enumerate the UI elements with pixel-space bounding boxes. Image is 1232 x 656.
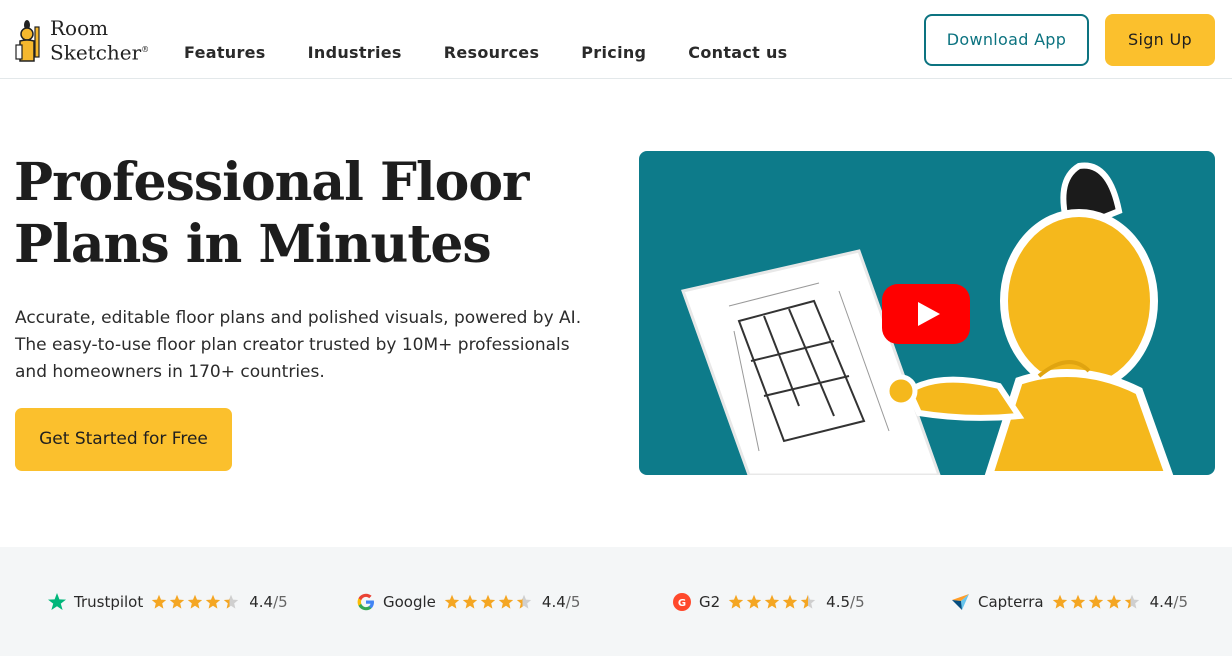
- nav-features[interactable]: Features: [184, 43, 266, 62]
- hero-sub-line1: Accurate, editable floor plans and polis…: [15, 308, 582, 328]
- hero-video[interactable]: [639, 151, 1215, 475]
- star-icon: [498, 594, 514, 609]
- star-icon: [444, 594, 460, 609]
- hero-sub-line3: and homeowners in 170+ countries.: [15, 362, 325, 382]
- hero-title: Professional Floor Plans in Minutes: [14, 152, 574, 276]
- rating-outof: /5: [1173, 593, 1189, 611]
- star-icon: [1088, 594, 1103, 609]
- star-rating: [151, 594, 241, 610]
- brand-line2: Sketcher: [50, 40, 142, 65]
- star-icon: [224, 594, 239, 609]
- rating-score: 4.4: [1149, 593, 1174, 611]
- star-rating: [444, 594, 534, 610]
- trustpilot-star-icon: [46, 591, 68, 613]
- star-icon: [152, 594, 167, 609]
- hero-sub-line2: The easy-to-use floor plan creator trust…: [15, 335, 570, 355]
- rating-capterra[interactable]: Capterra 4.4/5: [950, 591, 1188, 613]
- rating-source-name: Capterra: [978, 593, 1044, 611]
- star-icon: [764, 594, 780, 609]
- star-icon: [480, 594, 496, 609]
- hero-title-line2: Plans in Minutes: [14, 214, 492, 275]
- star-icon: [1070, 594, 1085, 609]
- registered-mark: ®: [141, 45, 150, 54]
- rating-g2[interactable]: G G2 4.5/5: [671, 591, 865, 613]
- site-header: Room Sketcher® Features Industries Resou…: [0, 0, 1232, 79]
- roomsketcher-mascot-icon: [15, 20, 40, 62]
- star-icon: [800, 594, 816, 609]
- star-rating: [1052, 594, 1142, 610]
- hero-subtitle: Accurate, editable floor plans and polis…: [15, 305, 605, 386]
- star-icon: [188, 594, 203, 609]
- youtube-play-icon[interactable]: [882, 284, 970, 344]
- star-icon: [1124, 594, 1139, 609]
- star-icon: [746, 594, 762, 609]
- rating-score: 4.5: [826, 593, 851, 611]
- main-nav: Features Industries Resources Pricing Co…: [184, 43, 829, 62]
- rating-outof: /5: [565, 593, 581, 611]
- brand-line1: Room: [50, 16, 109, 40]
- rating-outof: /5: [273, 593, 288, 611]
- rating-google[interactable]: Google 4.4/5: [355, 591, 580, 613]
- nav-industries[interactable]: Industries: [308, 43, 402, 62]
- star-icon: [728, 594, 744, 609]
- star-icon: [1106, 594, 1121, 609]
- star-icon: [170, 594, 185, 609]
- google-g-icon: [355, 591, 377, 613]
- nav-contact-us[interactable]: Contact us: [688, 43, 787, 62]
- svg-text:G: G: [678, 598, 686, 609]
- g2-icon: G: [671, 591, 693, 613]
- nav-pricing[interactable]: Pricing: [581, 43, 646, 62]
- nav-resources[interactable]: Resources: [444, 43, 540, 62]
- rating-score: 4.4: [249, 593, 274, 611]
- rating-source-name: Google: [383, 593, 436, 611]
- star-icon: [1052, 594, 1067, 609]
- get-started-button[interactable]: Get Started for Free: [15, 408, 232, 471]
- download-app-button[interactable]: Download App: [924, 14, 1089, 66]
- roomsketcher-logo[interactable]: Room Sketcher®: [15, 15, 149, 65]
- star-icon: [206, 594, 221, 609]
- rating-source-name: Trustpilot: [74, 593, 144, 611]
- star-icon: [516, 594, 532, 609]
- rating-source-name: G2: [699, 593, 721, 611]
- hero-title-line1: Professional Floor: [14, 152, 529, 213]
- ratings-strip: Trustpilot 4.4/5 Google 4.4/5 G G2 4.5/5: [0, 547, 1232, 656]
- star-icon: [782, 594, 798, 609]
- star-rating: [728, 594, 818, 610]
- sign-up-button[interactable]: Sign Up: [1105, 14, 1215, 66]
- rating-trustpilot[interactable]: Trustpilot 4.4/5: [46, 591, 288, 613]
- capterra-arrow-icon: [950, 591, 972, 613]
- star-icon: [462, 594, 478, 609]
- rating-outof: /5: [850, 593, 865, 611]
- rating-score: 4.4: [541, 593, 566, 611]
